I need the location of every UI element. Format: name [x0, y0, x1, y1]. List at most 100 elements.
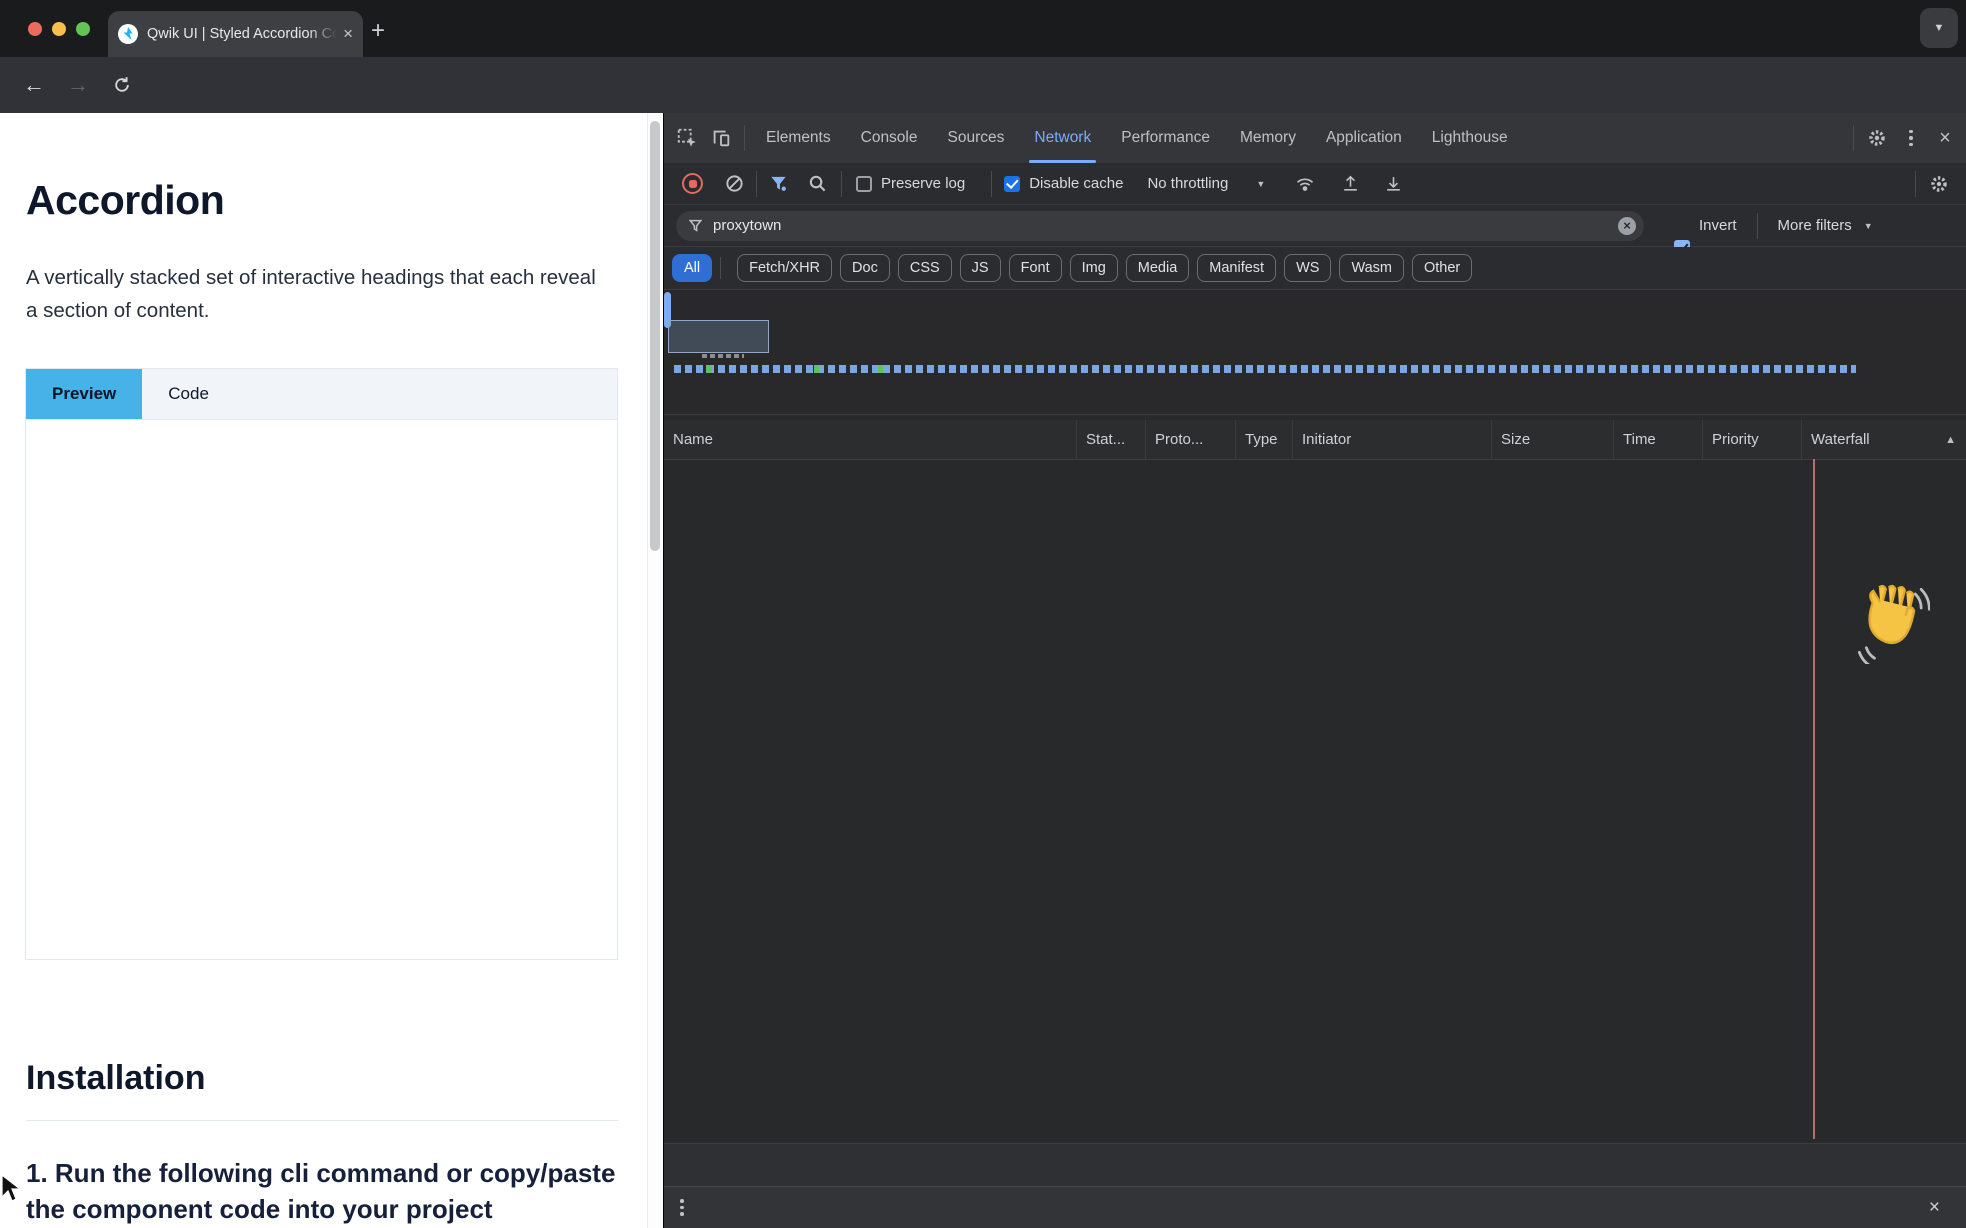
devtools-tab[interactable]: Application: [1311, 113, 1417, 163]
forward-button[interactable]: →: [58, 57, 98, 113]
page-scrollbar[interactable]: [647, 113, 663, 1228]
devtools-tab[interactable]: Memory: [1225, 113, 1311, 163]
drawer-menu-icon[interactable]: [680, 1199, 684, 1216]
preserve-log-label[interactable]: Preserve log: [881, 175, 965, 192]
preserve-log-checkbox[interactable]: [856, 176, 872, 192]
devtools-tab[interactable]: Elements: [751, 113, 846, 163]
waving-hand-emoji: [1854, 580, 1930, 664]
filter-input[interactable]: proxytown ×: [676, 211, 1644, 241]
separator: [1853, 125, 1854, 151]
scrollbar-thumb[interactable]: [650, 121, 660, 551]
request-type-chip[interactable]: Doc: [840, 254, 890, 282]
tab-close-icon[interactable]: ×: [343, 24, 353, 44]
request-type-chip[interactable]: Img: [1070, 254, 1118, 282]
devtools-panel: ElementsConsoleSourcesNetworkPerformance…: [663, 113, 1966, 1228]
page-title: Accordion: [26, 177, 224, 224]
more-filters-caret-icon[interactable]: ▼: [1864, 221, 1873, 231]
devtools-tab[interactable]: Sources: [933, 113, 1020, 163]
column-header-time[interactable]: Time: [1614, 420, 1703, 459]
devtools-tabbar: ElementsConsoleSourcesNetworkPerformance…: [664, 113, 1966, 164]
mouse-cursor: [0, 1173, 22, 1203]
devtools-tab[interactable]: Lighthouse: [1417, 113, 1523, 163]
screenshot-root: Qwik UI | Styled Accordion Co × + ▼ ← → …: [0, 0, 1966, 1228]
network-summary-bar: [664, 1143, 1966, 1186]
column-header-initiator[interactable]: Initiator: [1293, 420, 1492, 459]
timeline-activity: [702, 354, 744, 358]
drawer-close-icon[interactable]: ×: [1929, 1197, 1940, 1219]
devtools-settings-icon[interactable]: [1860, 121, 1894, 155]
request-type-chip[interactable]: Manifest: [1197, 254, 1276, 282]
export-har-icon[interactable]: [1341, 174, 1360, 193]
devtools-tab[interactable]: Console: [846, 113, 933, 163]
devtools-tabs: ElementsConsoleSourcesNetworkPerformance…: [751, 113, 1523, 163]
request-type-chip[interactable]: Font: [1009, 254, 1062, 282]
browser-tab[interactable]: Qwik UI | Styled Accordion Co ×: [108, 11, 363, 57]
throttling-select[interactable]: No throttling: [1147, 175, 1228, 192]
request-type-chip[interactable]: Fetch/XHR: [737, 254, 832, 282]
browser-toolbar: ← → 0f6e2f0b.qwik-ui-site.pages.dev/docs…: [0, 57, 1966, 113]
timeline-selection[interactable]: [668, 320, 769, 353]
requests-table-body: [664, 459, 1966, 1139]
devtools-drawer: ×: [664, 1186, 1966, 1228]
filter-value[interactable]: proxytown: [713, 217, 1618, 234]
step-line-2: the component code into your project: [26, 1191, 615, 1227]
clear-filter-icon[interactable]: ×: [1618, 217, 1636, 235]
column-header-size[interactable]: Size: [1492, 420, 1614, 459]
request-type-chip[interactable]: JS: [960, 254, 1001, 282]
network-filter-row: proxytown × Invert More filters ▼: [664, 205, 1966, 247]
timeline-activity: [814, 365, 819, 373]
device-toolbar-icon[interactable]: [704, 121, 738, 155]
macos-close-button[interactable]: [28, 22, 42, 36]
search-icon[interactable]: [808, 174, 827, 193]
inspect-element-icon[interactable]: [670, 121, 704, 155]
browser-titlebar: Qwik UI | Styled Accordion Co × + ▼: [0, 0, 1966, 57]
network-settings-icon[interactable]: [1922, 167, 1956, 201]
disable-cache-label[interactable]: Disable cache: [1029, 175, 1123, 192]
column-header-priority[interactable]: Priority: [1703, 420, 1802, 459]
request-type-chip[interactable]: Other: [1412, 254, 1472, 282]
clear-network-log-icon[interactable]: [725, 174, 744, 193]
column-header-waterfall[interactable]: Waterfall ▲: [1802, 420, 1966, 459]
column-header-type[interactable]: Type: [1236, 420, 1293, 459]
devtools-close-icon[interactable]: ×: [1928, 121, 1962, 155]
request-type-chips: All Fetch/XHR Doc CSS JS Font Img MediaManifest…: [664, 247, 1966, 290]
tab-code[interactable]: Code: [142, 369, 235, 419]
timeline-activity: [878, 365, 883, 373]
timeline-requests-band: [674, 365, 1856, 373]
description-line-2: a section of content.: [26, 294, 596, 327]
request-type-chip[interactable]: CSS: [898, 254, 952, 282]
description-line-1: A vertically stacked set of interactive …: [26, 261, 596, 294]
column-header-name[interactable]: Name: [664, 420, 1077, 459]
column-header-protocol[interactable]: Proto...: [1146, 420, 1236, 459]
request-type-chip[interactable]: All: [672, 254, 712, 282]
devtools-tab[interactable]: Performance: [1106, 113, 1225, 163]
devtools-tab[interactable]: Network: [1019, 113, 1106, 163]
reload-button[interactable]: [102, 57, 142, 113]
tab-preview[interactable]: Preview: [26, 369, 142, 419]
divider: [26, 1120, 618, 1121]
invert-label[interactable]: Invert: [1699, 217, 1737, 234]
network-overview-timeline[interactable]: [664, 290, 1966, 415]
macos-zoom-button[interactable]: [76, 22, 90, 36]
component-demo-card: Preview Code: [25, 368, 618, 960]
throttling-caret-icon[interactable]: ▼: [1256, 179, 1265, 189]
more-filters-label[interactable]: More filters: [1778, 217, 1852, 234]
tab-search-button[interactable]: ▼: [1920, 8, 1958, 48]
new-tab-button[interactable]: +: [371, 17, 385, 45]
network-conditions-icon[interactable]: [1295, 174, 1315, 194]
qwik-favicon-icon: [118, 24, 138, 44]
macos-minimize-button[interactable]: [52, 22, 66, 36]
reload-icon: [112, 75, 132, 95]
separator: [1757, 213, 1758, 239]
request-type-chip[interactable]: WS: [1284, 254, 1331, 282]
back-button[interactable]: ←: [14, 57, 54, 113]
column-header-status[interactable]: Stat...: [1077, 420, 1146, 459]
demo-tabbar: Preview Code: [26, 369, 617, 420]
filter-icon[interactable]: [769, 174, 788, 193]
record-network-log-button[interactable]: [682, 173, 703, 194]
devtools-menu-icon[interactable]: [1894, 121, 1928, 155]
request-type-chip[interactable]: Media: [1126, 254, 1190, 282]
request-type-chip[interactable]: Wasm: [1339, 254, 1404, 282]
import-har-icon[interactable]: [1384, 174, 1403, 193]
disable-cache-checkbox[interactable]: [1004, 176, 1020, 192]
